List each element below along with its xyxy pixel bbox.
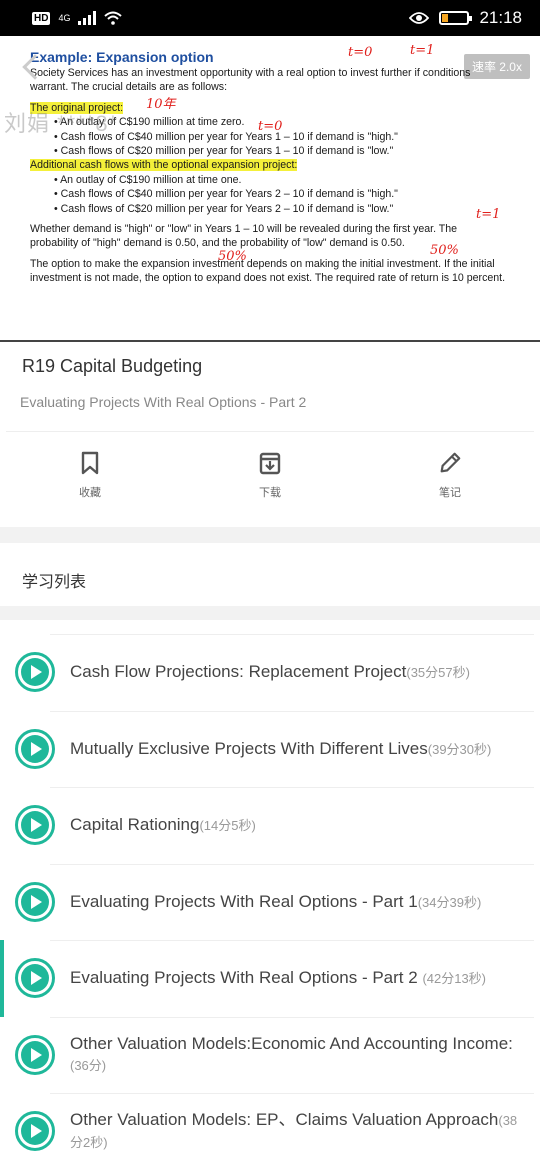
divider xyxy=(50,787,534,788)
slide-additional-item: An outlay of C$190 million at time one. xyxy=(54,173,508,187)
lesson-item[interactable]: Evaluating Projects With Real Options - … xyxy=(0,863,540,941)
network-type: 4G xyxy=(58,13,71,23)
lesson-duration: (34分39秒) xyxy=(417,894,482,910)
bookmark-icon xyxy=(81,451,99,475)
handwritten-annotation: t=0 xyxy=(258,119,283,134)
download-button[interactable]: 下载 xyxy=(180,450,360,510)
handwritten-annotation: t=1 xyxy=(476,207,501,222)
handwritten-annotation: 10年 xyxy=(146,97,176,112)
play-icon[interactable] xyxy=(15,728,55,769)
lesson-item[interactable]: Cash Flow Projections: Replacement Proje… xyxy=(0,634,540,711)
lesson-duration: (36分) xyxy=(70,1058,107,1074)
play-icon[interactable] xyxy=(15,1111,55,1152)
lesson-title: Mutually Exclusive Projects With Differe… xyxy=(70,738,428,758)
play-icon[interactable] xyxy=(15,805,55,846)
pencil-icon xyxy=(440,452,461,473)
lesson-item[interactable]: Capital Rationing(14分5秒) xyxy=(0,787,540,864)
video-player[interactable]: Example: Expansion option Society Servic… xyxy=(0,36,540,342)
lesson-title: Evaluating Projects With Real Options - … xyxy=(70,968,423,988)
user-watermark: 刘娟 ****8* xyxy=(4,111,119,136)
lesson-title: Evaluating Projects With Real Options - … xyxy=(70,891,418,911)
download-icon xyxy=(259,452,281,475)
notes-label: 笔记 xyxy=(439,487,461,499)
download-label: 下载 xyxy=(259,487,281,499)
lesson-title: Cash Flow Projections: Replacement Proje… xyxy=(70,662,407,682)
signal-icon xyxy=(78,11,97,25)
lesson-list: Cash Flow Projections: Replacement Proje… xyxy=(0,634,540,1170)
divider xyxy=(50,1093,534,1094)
lesson-duration: (14分5秒) xyxy=(199,818,256,834)
divider xyxy=(6,431,534,432)
hd-badge: HD xyxy=(32,11,51,25)
favorite-label: 收藏 xyxy=(79,487,101,499)
divider xyxy=(50,863,534,865)
lesson-item[interactable]: Other Valuation Models:Economic And Acco… xyxy=(0,1016,540,1094)
handwritten-annotation: t=0 xyxy=(348,45,373,60)
section-separator xyxy=(0,606,540,620)
handwritten-annotation: t=1 xyxy=(410,43,435,58)
lesson-item[interactable]: Other Valuation Models: EP、Claims Valuat… xyxy=(0,1093,540,1170)
section-separator xyxy=(0,527,540,543)
divider xyxy=(50,1016,534,1018)
lesson-item[interactable]: Mutually Exclusive Projects With Differe… xyxy=(0,710,540,788)
eye-icon xyxy=(409,12,430,24)
play-icon[interactable] xyxy=(15,652,55,693)
notes-button[interactable]: 笔记 xyxy=(360,450,540,510)
divider xyxy=(0,340,540,342)
course-title: R19 Capital Budgeting xyxy=(22,356,203,376)
divider xyxy=(50,940,534,941)
section-title: 学习列表 xyxy=(22,574,87,591)
lesson-duration: (35分57秒) xyxy=(406,665,470,681)
favorite-button[interactable]: 收藏 xyxy=(0,450,180,510)
slide-additional-item: Cash flows of C$20 million per year for … xyxy=(54,202,508,216)
handwritten-annotation: 50% xyxy=(218,249,247,264)
lesson-duration: (39分30秒) xyxy=(427,741,492,757)
slide-title: Example: Expansion option xyxy=(30,49,214,65)
wifi-icon xyxy=(104,11,123,25)
divider xyxy=(50,710,534,712)
lesson-title: Other Valuation Models: EP、Claims Valuat… xyxy=(70,1110,499,1130)
slide-intro: Society Services has an investment oppor… xyxy=(30,67,471,94)
course-subtitle: Evaluating Projects With Real Options - … xyxy=(20,394,307,410)
slide-original-item: Cash flows of C$20 million per year for … xyxy=(54,144,508,158)
slide-additional-heading: Additional cash flows with the optional … xyxy=(30,159,298,172)
slide-paragraph: The option to make the expansion investm… xyxy=(30,257,506,285)
play-icon[interactable] xyxy=(15,1034,55,1075)
clock: 21:18 xyxy=(479,8,522,27)
playback-speed-button[interactable]: 速率 2.0x xyxy=(463,54,530,79)
status-bar: HD 4G 21:18 xyxy=(0,0,540,36)
lecture-slide: Example: Expansion option Society Servic… xyxy=(18,42,518,332)
lesson-item-active[interactable]: Evaluating Projects With Real Options - … xyxy=(0,940,540,1017)
action-bar: 收藏 下载 笔记 xyxy=(0,450,540,510)
play-icon[interactable] xyxy=(15,881,55,922)
lesson-duration: (42分13秒) xyxy=(422,971,487,987)
slide-additional-item: Cash flows of C$40 million per year for … xyxy=(54,187,508,201)
play-icon[interactable] xyxy=(15,958,55,999)
divider xyxy=(50,634,534,635)
lesson-title: Capital Rationing xyxy=(70,815,200,835)
lesson-title: Other Valuation Models:Economic And Acco… xyxy=(70,1034,513,1054)
battery-icon xyxy=(439,11,473,25)
handwritten-annotation: 50% xyxy=(430,243,459,258)
